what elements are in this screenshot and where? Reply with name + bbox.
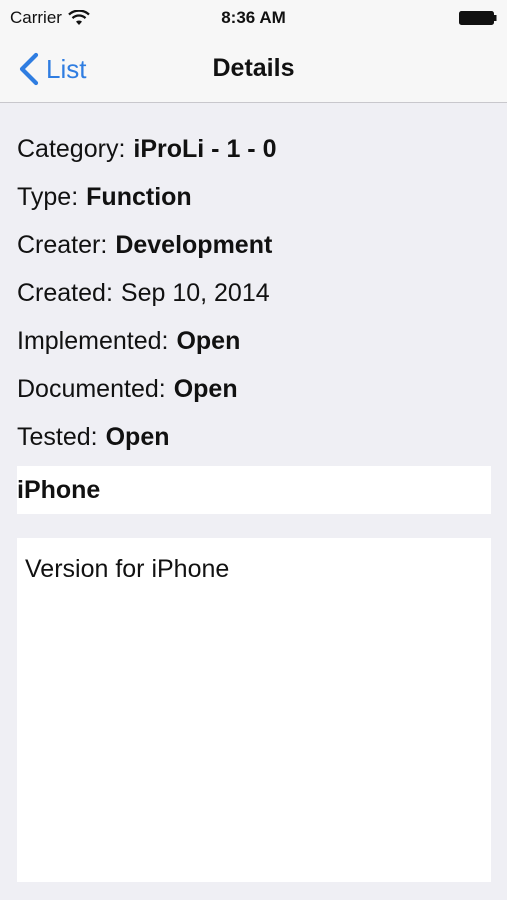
title-field[interactable]: iPhone — [17, 466, 491, 514]
documented-label: Documented: — [17, 374, 166, 403]
details-list: Category: iProLi - 1 - 0 Type: Function … — [17, 125, 491, 461]
created-value: Sep 10, 2014 — [120, 278, 270, 307]
title-field-value: iPhone — [17, 476, 101, 504]
detail-row-category: Category: iProLi - 1 - 0 — [17, 125, 491, 173]
type-label: Type: — [17, 182, 79, 211]
tested-label: Tested: — [17, 422, 98, 451]
detail-row-implemented: Implemented: Open — [17, 317, 491, 365]
detail-row-created: Created: Sep 10, 2014 — [17, 269, 491, 317]
creater-label: Creater: — [17, 230, 108, 259]
navigation-bar: List Details — [0, 36, 507, 103]
detail-row-documented: Documented: Open — [17, 365, 491, 413]
created-label: Created: — [17, 278, 113, 307]
category-value: iProLi - 1 - 0 — [133, 134, 277, 163]
detail-row-creater: Creater: Development — [17, 221, 491, 269]
detail-row-type: Type: Function — [17, 173, 491, 221]
battery-icon — [459, 11, 497, 25]
category-label: Category: — [17, 134, 126, 163]
documented-value: Open — [173, 374, 238, 403]
tested-value: Open — [105, 422, 170, 451]
description-text: Version for iPhone — [25, 555, 230, 583]
page-title: Details — [212, 54, 295, 82]
type-value: Function — [86, 182, 192, 211]
creater-value: Development — [115, 230, 273, 259]
clock: 8:36 AM — [221, 8, 286, 27]
implemented-value: Open — [176, 326, 241, 355]
description-text-area[interactable]: Version for iPhone — [17, 538, 491, 882]
implemented-label: Implemented: — [17, 326, 169, 355]
detail-row-tested: Tested: Open — [17, 413, 491, 461]
status-bar: Carrier 8:36 AM — [0, 0, 507, 36]
